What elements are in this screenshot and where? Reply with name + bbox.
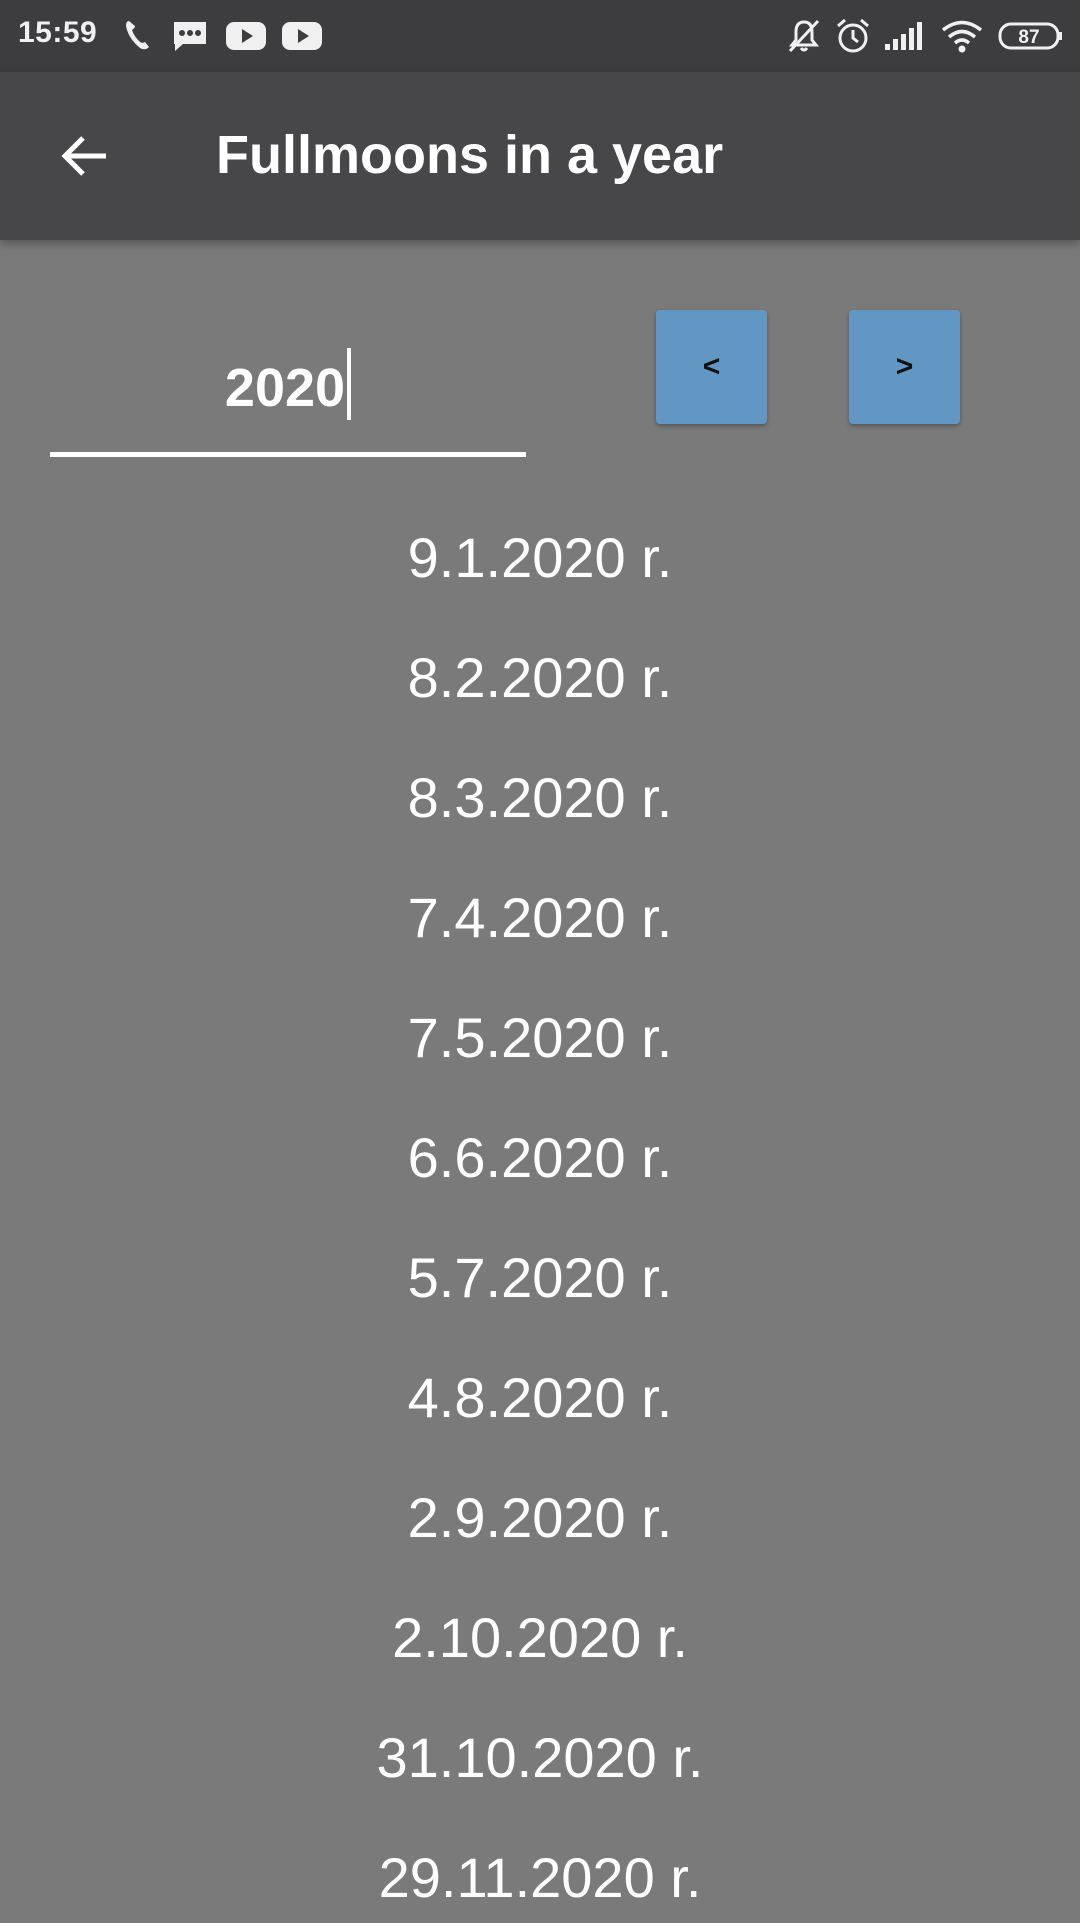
fullmoon-date-item: 5.7.2020 r. (407, 1246, 673, 1309)
previous-year-button[interactable]: < (656, 310, 767, 424)
fullmoon-date-item: 6.6.2020 r. (407, 1126, 673, 1189)
back-button[interactable] (44, 116, 124, 196)
page-title: Fullmoons in a year (216, 125, 724, 185)
missed-call-icon (122, 16, 154, 56)
wifi-icon (940, 16, 984, 56)
youtube-icon (280, 16, 324, 56)
fullmoon-date-item: 29.11.2020 r. (378, 1846, 702, 1909)
battery-icon: 87 (998, 16, 1064, 56)
status-time: 15:59 (18, 16, 98, 49)
youtube-icon (224, 16, 268, 56)
fullmoon-date-item: 31.10.2020 r. (376, 1726, 704, 1789)
fullmoon-date-item: 2.10.2020 r. (392, 1606, 688, 1669)
status-bar: 15:59 87 (0, 0, 1080, 72)
year-input[interactable]: 2020 (50, 310, 526, 457)
battery-level: 87 (1018, 27, 1039, 48)
alarm-icon (834, 16, 872, 56)
year-input-underline (50, 452, 526, 457)
bell-off-icon (786, 16, 822, 56)
year-input-value: 2020 (50, 348, 526, 420)
fullmoon-date-item: 2.9.2020 r. (407, 1486, 673, 1549)
signal-icon (882, 16, 926, 56)
app-bar: Fullmoons in a year (0, 72, 1080, 240)
next-year-button[interactable]: > (849, 310, 960, 424)
fullmoon-date-item: 7.4.2020 r. (407, 886, 673, 949)
arrow-left-icon (61, 136, 106, 176)
fullmoon-date-item: 8.2.2020 r. (407, 646, 673, 709)
fullmoon-date-item: 7.5.2020 r. (407, 1006, 673, 1069)
message-icon (170, 16, 210, 56)
fullmoon-date-item: 9.1.2020 r. (407, 526, 673, 589)
fullmoon-date-item: 8.3.2020 r. (407, 766, 673, 829)
fullmoon-date-item: 4.8.2020 r. (407, 1366, 673, 1429)
text-caret (347, 348, 352, 420)
